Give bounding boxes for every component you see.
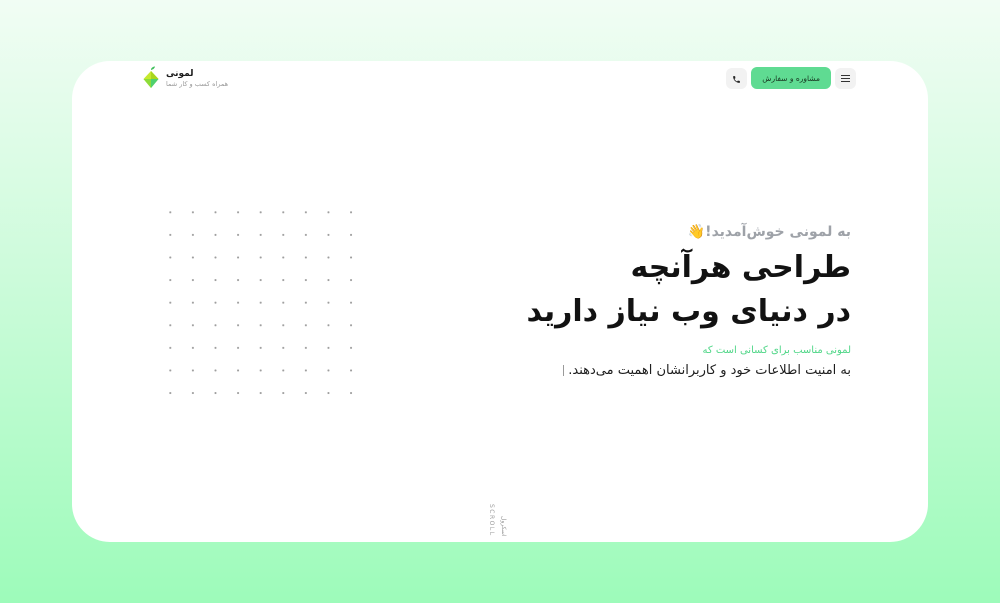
headline-line-2: در دنیای وب نیاز دارید [526,294,852,329]
menu-button[interactable] [835,67,856,89]
brand[interactable]: لمونی همراه کسب و کار شما [142,66,228,90]
scroll-indicator[interactable]: SCROLL اسکرول [488,504,507,537]
hero-section: به لمونی خوش‌آمدید!👋 طراحی هرآنچه در دنی… [451,222,852,382]
brand-text: لمونی همراه کسب و کار شما [166,68,228,89]
welcome-text: به لمونی خوش‌آمدید!👋 [687,224,851,240]
subtitle-dark-text: به امنیت اطلاعات خود و کاربرانشان اهمیت … [568,363,851,378]
headline-line-1: طراحی هرآنچه [630,250,851,285]
header-actions: مشاوره و سفارش [726,67,856,89]
scroll-label-en: SCROLL [488,504,495,537]
brand-tagline: همراه کسب و کار شما [166,79,229,88]
scroll-label-fa: اسکرول [500,516,507,537]
dot-grid-decoration [159,201,364,406]
lemon-logo-icon [142,66,160,90]
subtitle-green: لمونی مناسب برای کسانی است که [702,345,851,356]
main-card: لمونی همراه کسب و کار شما مشاوره و سفارش [72,61,928,542]
subtitle-dark: به امنیت اطلاعات خود و کاربرانشان اهمیت … [451,360,851,382]
hamburger-menu-icon [841,74,850,82]
typing-caret [563,365,565,376]
phone-button[interactable] [726,67,748,89]
phone-icon [732,69,741,88]
header: لمونی همراه کسب و کار شما مشاوره و سفارش [72,61,928,101]
brand-name: لمونی [166,68,194,79]
headline: طراحی هرآنچه در دنیای وب نیاز دارید [451,246,852,334]
consult-order-button[interactable]: مشاوره و سفارش [751,67,831,89]
